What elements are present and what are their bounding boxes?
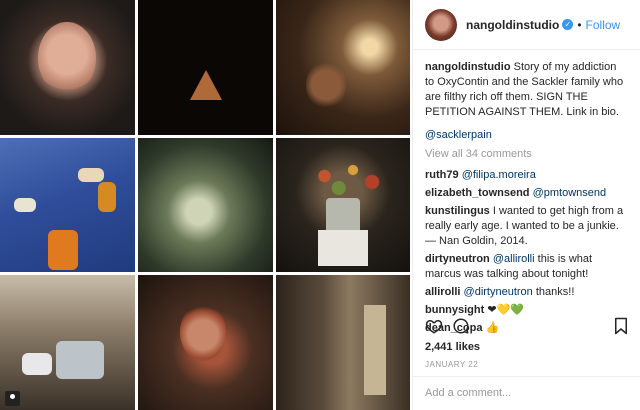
header-separator: • [577,17,582,32]
post-header: nangoldinstudio ✓ • Follow [413,0,640,50]
verified-badge-icon: ✓ [562,19,574,30]
caption-tag-link[interactable]: @sacklerpain [425,128,628,143]
gallery-doorway [364,305,386,395]
view-all-comments-link[interactable]: View all 34 comments [425,147,628,162]
museum-plaque [318,230,368,266]
pill-bottle [48,230,78,270]
black-heart-emoji: ❤ [487,304,497,316]
comment-item: elizabeth_townsend @pmtownsend [425,186,628,201]
post-date: JANUARY 22 [425,360,479,369]
green-heart-emoji: 💚 [510,304,524,316]
grid-photo-3[interactable] [276,0,410,135]
action-bar [425,317,629,339]
pill-bottle [98,182,116,212]
pill-blister [22,353,52,375]
comment-username[interactable]: dirtyneutron [425,253,490,265]
grid-photo-7[interactable] [0,275,135,410]
pyramid-light-shape [190,70,222,100]
grid-photo-2[interactable] [138,0,273,135]
comment-mention[interactable]: @dirtyneutron [464,286,533,298]
comment-icon[interactable] [452,317,470,335]
grid-photo-1[interactable] [0,0,135,135]
grid-photo-9[interactable] [276,275,410,410]
comment-username[interactable]: ruth79 [425,169,459,181]
comment-mention[interactable]: @pmtownsend [533,187,607,199]
likes-count[interactable]: 2,441 likes [425,341,480,353]
grid-photo-4[interactable] [0,138,135,272]
comment-username[interactable]: bunnysight [425,304,484,316]
header-username[interactable]: nangoldinstudio [466,18,559,32]
grid-photo-5[interactable] [138,138,273,272]
heart-icon[interactable] [425,317,443,335]
comments-section: nangoldinstudio Story of my addiction to… [413,50,640,336]
bedside-table [56,341,104,379]
photo-grid [0,0,410,410]
comment-username[interactable]: kunstilingus [425,205,490,217]
flower-arrangement [296,146,391,206]
bookmark-icon[interactable] [613,317,629,335]
comment-text: thanks!! [535,286,575,298]
comment-username[interactable]: elizabeth_townsend [425,187,530,199]
caption-username[interactable]: nangoldinstudio [425,61,511,73]
comment-item: kunstilingus I wanted to get high from a… [425,204,628,249]
comment-item: dirtyneutron @allirolli this is what mar… [425,252,628,282]
comment-item: bunnysight ❤💛💚 [425,303,628,318]
follow-button[interactable]: Follow [586,18,621,32]
yellow-heart-emoji: 💛 [496,304,511,316]
pill-box [14,198,36,212]
grid-photo-8[interactable] [138,275,273,410]
post-panel: nangoldinstudio ✓ • Follow nangoldinstud… [412,0,640,410]
add-comment-input[interactable]: Add a comment... [413,376,640,410]
mirror-reflection [306,60,346,110]
comment-mention[interactable]: @filipa.moreira [462,169,536,181]
pill-box [78,168,104,182]
multi-photo-icon [5,391,20,406]
grid-photo-6[interactable] [276,138,410,272]
smoking-portrait [180,303,226,361]
comment-username[interactable]: allirolli [425,286,460,298]
avatar[interactable] [425,8,457,41]
comment-item: allirolli @dirtyneutron thanks!! [425,285,628,300]
portrait-face [38,22,96,94]
comment-mention[interactable]: @allirolli [493,253,535,265]
comment-item: ruth79 @filipa.moreira [425,168,628,183]
caption: nangoldinstudio Story of my addiction to… [425,60,628,120]
